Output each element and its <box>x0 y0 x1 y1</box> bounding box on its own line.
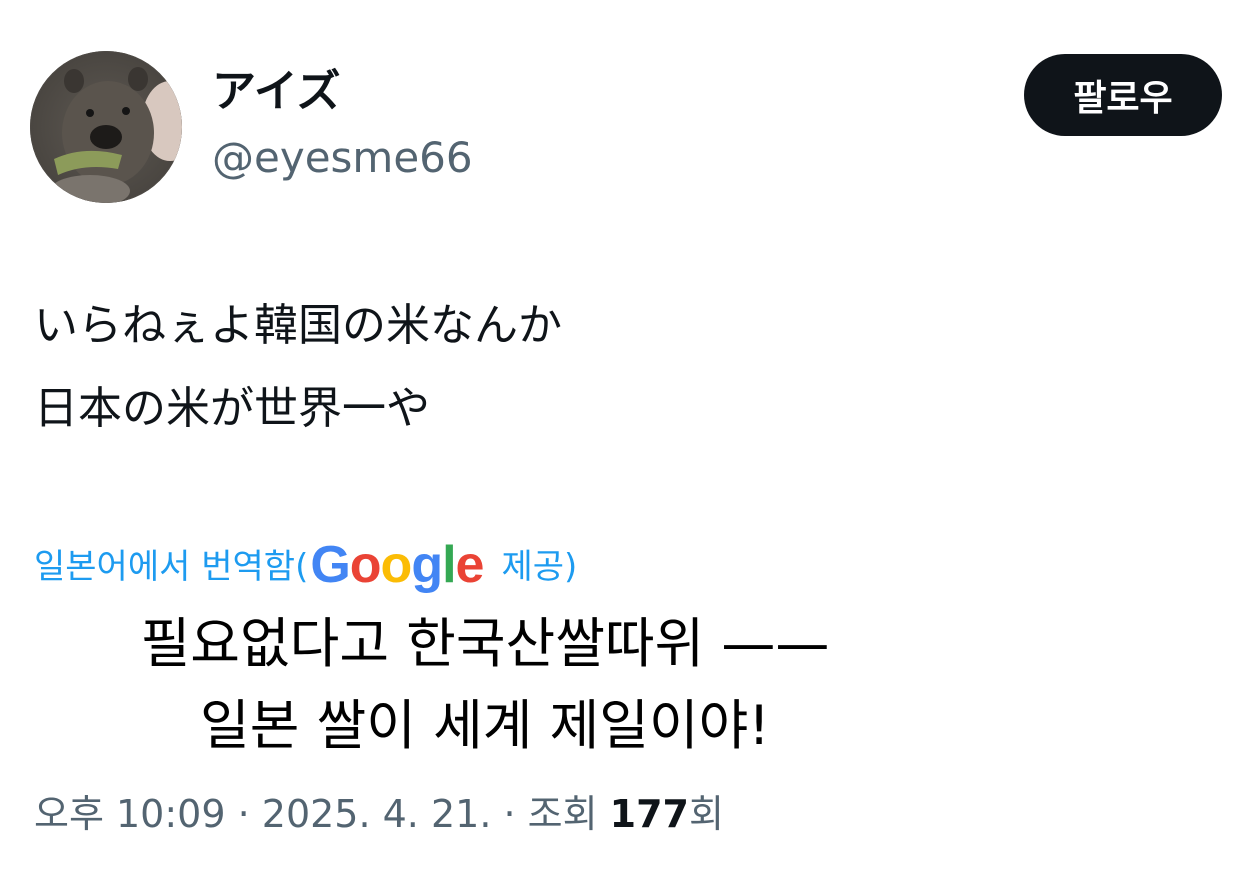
google-letter: G <box>310 536 350 594</box>
close-paren: ) <box>564 546 578 587</box>
google-logo: Google <box>310 534 485 596</box>
google-letter: l <box>442 536 456 594</box>
tweet-date[interactable]: 2025. 4. 21. <box>262 792 492 836</box>
follow-button[interactable]: 팔로우 <box>1024 54 1222 136</box>
views-suffix: 회 <box>689 792 724 836</box>
avatar[interactable] <box>30 51 182 203</box>
views-label: 조회 <box>527 792 598 836</box>
translated-text-line: 일본 쌀이 세계 제일이야! <box>200 694 770 757</box>
meta-separator: · <box>225 792 262 836</box>
author-display-name[interactable]: アイズ <box>212 66 340 119</box>
author-handle[interactable]: @eyesme66 <box>212 133 473 183</box>
tweet-metadata: 오후 10:09 · 2025. 4. 21. · 조회 177회 <box>34 792 724 838</box>
tweet-text-line: いらねぇよ韓国の米なんか <box>34 300 562 351</box>
tweet-time[interactable]: 오후 10:09 <box>34 792 226 836</box>
google-letter: o <box>380 536 413 594</box>
open-paren: ( <box>295 546 309 587</box>
google-letter: g <box>411 536 443 594</box>
google-letter: e <box>455 536 485 594</box>
translated-text-line: 필요없다고 한국산쌀따위 —— <box>140 612 830 675</box>
translated-from-japanese-link[interactable]: 일본어에서 번역함 <box>34 547 295 588</box>
provided-by-label: 제공 <box>501 546 565 587</box>
tweet-text-line: 日本の米が世界一や <box>34 383 430 434</box>
translation-attribution: 일본어에서 번역함 ( Google 제공 ) <box>34 536 577 598</box>
google-letter: o <box>349 536 382 594</box>
meta-separator: · <box>491 792 528 836</box>
views-count: 177 <box>609 792 689 836</box>
capybara-avatar-image <box>30 51 182 203</box>
